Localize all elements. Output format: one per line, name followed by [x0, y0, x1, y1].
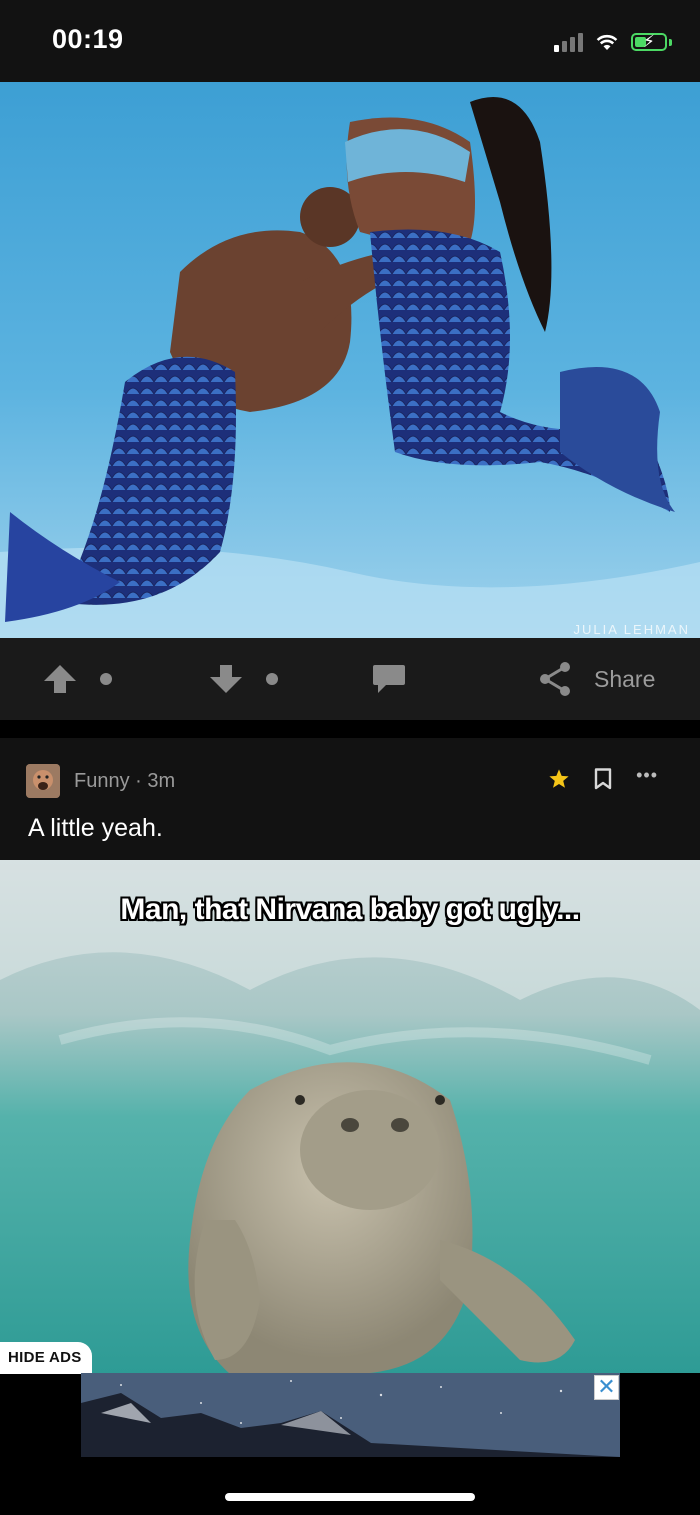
- manatee-photo: [0, 860, 700, 1374]
- home-indicator[interactable]: [225, 1493, 475, 1501]
- post-header: Funny · 3m A little yeah. •••: [0, 738, 700, 860]
- comment-icon[interactable]: [372, 663, 406, 695]
- avatar-face-icon: [26, 764, 60, 798]
- status-bar: 00:19 ⚡: [0, 0, 700, 82]
- downvote-count-dot: [266, 673, 278, 685]
- star-icon[interactable]: [548, 768, 570, 790]
- upvote-arrow-icon[interactable]: [42, 663, 78, 695]
- meme-caption: Man, that Nirvana baby got ugly...: [120, 893, 580, 926]
- ad-close-button[interactable]: ✕: [594, 1375, 619, 1400]
- downvote-arrow-icon[interactable]: [208, 663, 244, 695]
- signal-icon: [554, 32, 583, 52]
- upvote-count-dot: [100, 673, 112, 685]
- post-title[interactable]: A little yeah.: [28, 814, 163, 843]
- share-button[interactable]: Share: [538, 660, 655, 698]
- bookmark-icon[interactable]: [594, 768, 612, 790]
- section-avatar[interactable]: [26, 764, 60, 798]
- mermaid-photo: JULIA LEHMAN: [0, 82, 700, 638]
- more-options-icon[interactable]: •••: [636, 765, 658, 786]
- clock: 00:19: [52, 24, 124, 54]
- wifi-icon: [596, 34, 618, 50]
- hide-ads-button[interactable]: HIDE ADS: [0, 1342, 92, 1374]
- share-label: Share: [594, 665, 656, 692]
- upvote-group: [42, 660, 112, 698]
- status-icons: ⚡: [554, 30, 672, 54]
- post-meta[interactable]: Funny · 3m: [74, 770, 175, 793]
- ad-banner[interactable]: [81, 1373, 620, 1457]
- downvote-group: [208, 660, 278, 698]
- post-image-mermaids[interactable]: JULIA LEHMAN: [0, 82, 700, 638]
- share-icon: [540, 662, 570, 696]
- post-action-bar: Share: [0, 638, 700, 720]
- ad-night-sky-image: [81, 1373, 620, 1457]
- post-header-actions: •••: [548, 765, 658, 790]
- watermark: JULIA LEHMAN: [574, 622, 690, 637]
- comment-group: [372, 660, 406, 698]
- post-image-meme[interactable]: [0, 860, 700, 1374]
- post-divider: [0, 720, 700, 738]
- battery-charging-icon: ⚡: [631, 32, 667, 51]
- battery-tip: [669, 38, 672, 46]
